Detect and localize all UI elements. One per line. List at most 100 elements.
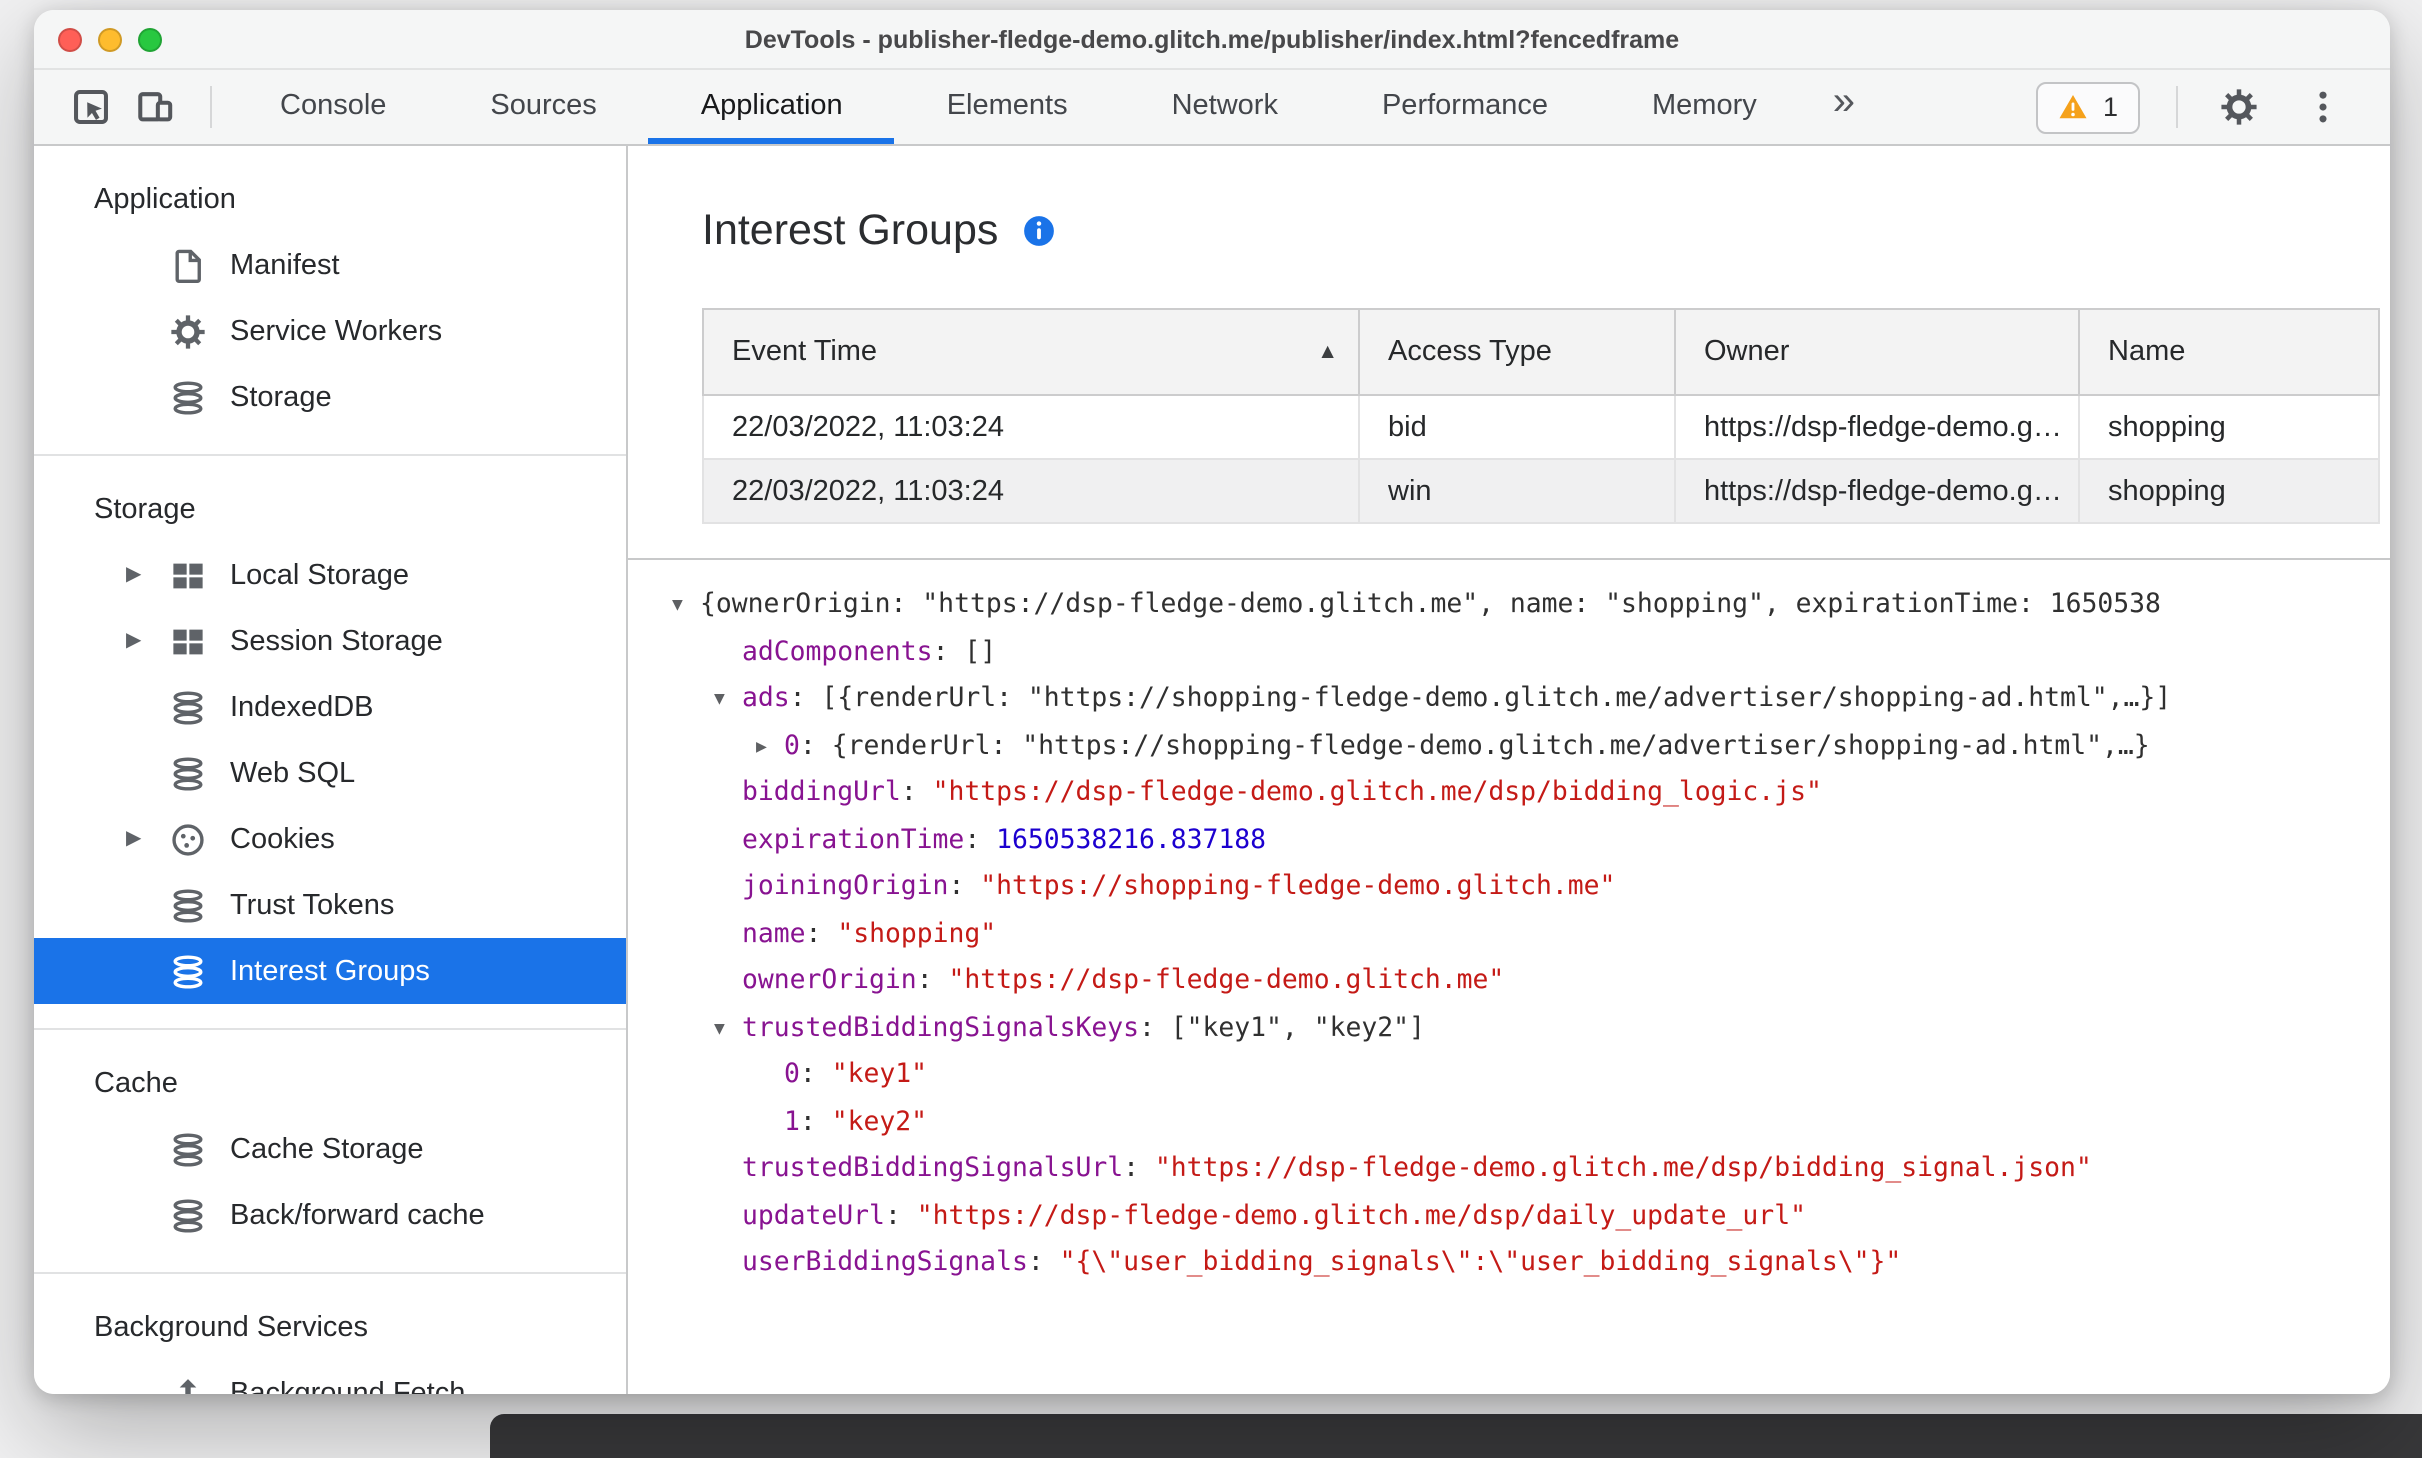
tree-row[interactable]: ▼ {ownerOrigin: "https://dsp-fledge-demo.…	[628, 582, 2390, 629]
tree-row[interactable]: name: "shopping"	[628, 911, 2390, 958]
expand-arrow-icon[interactable]: ▶	[756, 725, 784, 772]
interest-groups-table: Event Time ▲ Access Type Owner Name 22/03/202…	[702, 308, 2380, 524]
sidebar-item-local-storage[interactable]: ▶ Local Storage	[34, 542, 626, 608]
column-header-name[interactable]: Name	[2078, 308, 2380, 396]
warning-triangle-icon	[2059, 92, 2089, 122]
token-plain: :	[789, 684, 822, 714]
expand-arrow-icon[interactable]: ▶	[126, 828, 170, 850]
token-string: "key2"	[831, 1107, 927, 1137]
sidebar-item-storage[interactable]: Storage	[34, 364, 626, 430]
sidebar-item-cache-storage[interactable]: Cache Storage	[34, 1116, 626, 1182]
sidebar-item-label: Back/forward cache	[230, 1199, 485, 1231]
gear-icon	[170, 313, 206, 349]
token-plain: :	[1027, 1248, 1060, 1278]
tab-sources[interactable]: Sources	[438, 70, 648, 144]
table-row[interactable]: 22/03/2022, 11:03:24 bid https://dsp-fledg…	[702, 394, 2380, 460]
token-key: trustedBiddingSignalsUrl	[742, 1154, 1124, 1184]
tree-row[interactable]: ownerOrigin: "https://dsp-fledge-demo.gl…	[628, 958, 2390, 1005]
token-string: "https://dsp-fledge-demo.glitch.me/dsp/d…	[916, 1201, 1806, 1231]
tab-elements[interactable]: Elements	[895, 70, 1120, 144]
token-string: "shopping"	[837, 919, 997, 949]
page-title: Interest Groups	[702, 206, 999, 254]
tree-row[interactable]: ▼ ads: [{renderUrl: "https://shopping-fle…	[628, 676, 2390, 723]
sidebar-item-session-storage[interactable]: ▶ Session Storage	[34, 608, 626, 674]
sidebar-item-cookies[interactable]: ▶ Cookies	[34, 806, 626, 872]
token-string: "https://dsp-fledge-demo.glitch.me/dsp/b…	[1154, 1154, 2092, 1184]
devtools-toolbar: Console Sources Application Elements Network…	[34, 70, 2390, 146]
collapse-arrow-icon[interactable]: ▼	[672, 584, 700, 631]
expand-arrow-icon[interactable]: ▶	[126, 630, 170, 652]
tree-row[interactable]: ▼ trustedBiddingSignalsKeys: ["key1", "ke…	[628, 1005, 2390, 1052]
table-cell: 22/03/2022, 11:03:24	[702, 394, 1360, 460]
sidebar-item-web-sql[interactable]: Web SQL	[34, 740, 626, 806]
collapse-arrow-icon[interactable]: ▼	[714, 1007, 742, 1054]
sidebar-item-label: Storage	[230, 381, 332, 413]
expand-arrow-icon[interactable]: ▶	[126, 564, 170, 586]
warning-count: 1	[2102, 92, 2118, 122]
more-tabs-chevron[interactable]: »	[1809, 80, 1879, 134]
inspect-element-icon[interactable]	[66, 83, 114, 131]
sidebar-section-cache: Cache Cache Storage Back/forward cache	[34, 1028, 626, 1272]
table-header-row: Event Time ▲ Access Type Owner Name	[702, 308, 2380, 396]
close-window-button[interactable]	[58, 28, 82, 52]
sidebar-item-label: Background Fetch	[230, 1377, 466, 1394]
tree-row[interactable]: ▶ 0: {renderUrl: "https://shopping-fledge…	[628, 723, 2390, 770]
tab-application[interactable]: Application	[648, 70, 895, 144]
sidebar-item-label: Session Storage	[230, 625, 443, 657]
tree-row[interactable]: userBiddingSignals: "{\"user_bidding_sig…	[628, 1240, 2390, 1287]
tree-row[interactable]: 0: "key1"	[628, 1052, 2390, 1099]
table-cell: bid	[1358, 394, 1676, 460]
token-string: "key1"	[831, 1060, 927, 1090]
column-header-access-type[interactable]: Access Type	[1358, 308, 1676, 396]
database-icon	[170, 755, 206, 791]
database-icon	[170, 1131, 206, 1167]
sidebar-item-trust-tokens[interactable]: Trust Tokens	[34, 872, 626, 938]
database-icon	[170, 1197, 206, 1233]
token-plain: :	[1123, 1154, 1155, 1184]
settings-gear-icon[interactable]	[2214, 83, 2262, 131]
tree-row[interactable]: updateUrl: "https://dsp-fledge-demo.glit…	[628, 1193, 2390, 1240]
sidebar-item-manifest[interactable]: Manifest	[34, 232, 626, 298]
tab-performance[interactable]: Performance	[1330, 70, 1600, 144]
table-cell: https://dsp-fledge-demo.glitch.me	[1674, 394, 2080, 460]
token-plain: :	[805, 919, 838, 949]
database-icon	[170, 887, 206, 923]
tree-row[interactable]: biddingUrl: "https://dsp-fledge-demo.gli…	[628, 770, 2390, 817]
sidebar-item-back-forward-cache[interactable]: Back/forward cache	[34, 1182, 626, 1248]
collapse-arrow-icon[interactable]: ▼	[714, 678, 742, 725]
token-key: ownerOrigin	[742, 966, 917, 996]
interest-group-details: ▼ {ownerOrigin: "https://dsp-fledge-demo.…	[628, 558, 2390, 1394]
tab-memory[interactable]: Memory	[1600, 70, 1809, 144]
table-cell: win	[1358, 458, 1676, 524]
table-row[interactable]: 22/03/2022, 11:03:24 win https://dsp-fledg…	[702, 458, 2380, 524]
sidebar-item-label: IndexedDB	[230, 691, 374, 723]
token-string: "https://dsp-fledge-demo.glitch.me/dsp/b…	[932, 778, 1822, 808]
column-header-event-time[interactable]: Event Time ▲	[702, 308, 1360, 396]
tree-row[interactable]: 1: "key2"	[628, 1099, 2390, 1146]
token-plain: [{renderUrl: "https://shopping-fledge-de…	[821, 684, 2172, 714]
sidebar-item-background-fetch[interactable]: Background Fetch	[34, 1360, 626, 1394]
sidebar-item-interest-groups[interactable]: Interest Groups	[34, 938, 626, 1004]
issues-warning-badge[interactable]: 1	[2036, 81, 2140, 133]
column-label: Access Type	[1388, 336, 1552, 368]
minimize-window-button[interactable]	[98, 28, 122, 52]
tree-row[interactable]: adComponents: []	[628, 629, 2390, 676]
more-options-icon[interactable]	[2298, 83, 2346, 131]
sidebar-item-label: Cookies	[230, 823, 335, 855]
device-toolbar-icon[interactable]	[130, 83, 178, 131]
tree-row[interactable]: trustedBiddingSignalsUrl: "https://dsp-f…	[628, 1146, 2390, 1193]
tab-network[interactable]: Network	[1120, 70, 1330, 144]
sidebar-item-indexeddb[interactable]: IndexedDB	[34, 674, 626, 740]
column-header-owner[interactable]: Owner	[1674, 308, 2080, 396]
tree-row[interactable]: expirationTime: 1650538216.837188	[628, 817, 2390, 864]
sidebar-item-label: Service Workers	[230, 315, 443, 347]
sidebar-section-title: Cache	[94, 1067, 178, 1099]
tree-row[interactable]: joiningOrigin: "https://shopping-fledge-…	[628, 864, 2390, 911]
tab-console[interactable]: Console	[228, 70, 438, 144]
info-icon[interactable]	[1022, 214, 1056, 248]
sidebar-item-service-workers[interactable]: Service Workers	[34, 298, 626, 364]
token-key: joiningOrigin	[742, 872, 949, 902]
table-icon	[170, 623, 206, 659]
application-sidebar: Application Manifest Service Workers Storag…	[34, 146, 628, 1394]
zoom-window-button[interactable]	[138, 28, 162, 52]
